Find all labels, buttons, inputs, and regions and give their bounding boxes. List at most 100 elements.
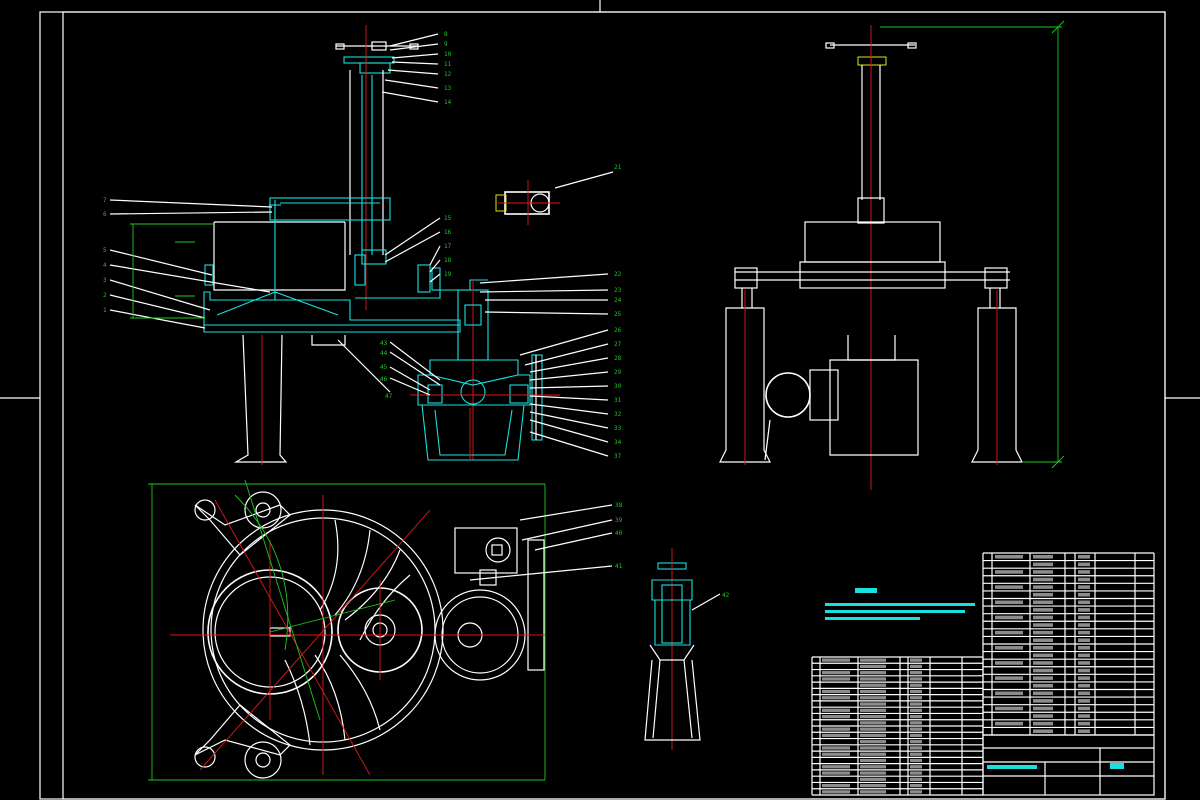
balloon-5: 5 [103, 247, 107, 254]
table-cell-text [1078, 706, 1090, 711]
table-cell-text [822, 714, 850, 719]
balloon-28: 28 [614, 355, 622, 362]
balloon-16: 16 [444, 229, 452, 236]
table-cell-text [1078, 623, 1090, 627]
table-cell-text [1033, 706, 1053, 711]
balloon-38: 38 [615, 502, 623, 509]
balloon-7: 7 [103, 197, 107, 204]
table-cell-text [1033, 600, 1053, 605]
balloon-9: 9 [444, 41, 448, 48]
table-cell-text [995, 600, 1023, 605]
table-cell-text [910, 696, 922, 700]
table-cell-text [860, 721, 886, 725]
table-cell-text [822, 677, 850, 681]
table-cell-text [1033, 646, 1053, 650]
table-cell-text [1033, 676, 1053, 680]
table-cell-text [860, 727, 886, 731]
table-cell-text [822, 671, 850, 675]
table-cell-text [910, 727, 922, 731]
balloon-43: 43 [380, 340, 388, 347]
balloon-42: 42 [722, 592, 730, 599]
table-cell-text [860, 740, 886, 744]
table-cell-text [860, 671, 886, 675]
table-cell-text [1078, 577, 1090, 582]
table-cell-text [1078, 600, 1090, 605]
table-cell-text [822, 771, 850, 775]
balloon-11: 11 [444, 61, 452, 68]
balloon-39: 39 [615, 517, 623, 524]
table-cell-text [860, 777, 886, 781]
table-cell-text [822, 727, 850, 731]
table-cell-text [1033, 577, 1053, 582]
table-cell-text [1078, 661, 1090, 665]
table-cell-text [1078, 615, 1090, 620]
table-cell-text [822, 658, 850, 662]
table-cell-text [995, 570, 1023, 574]
balloon-14: 14 [444, 99, 452, 106]
table-cell-text [910, 714, 922, 719]
table-cell-text [860, 790, 886, 794]
balloon-4: 4 [103, 262, 107, 269]
table-cell-text [995, 615, 1023, 620]
table-cell-text [822, 696, 850, 700]
table-cell-text [1078, 729, 1090, 733]
balloon-15: 15 [444, 215, 452, 222]
table-cell-text [1078, 608, 1090, 612]
balloon-22: 22 [614, 271, 622, 278]
table-cell-text [822, 783, 850, 788]
table-cell-text [822, 689, 850, 694]
table-cell-text [910, 771, 922, 775]
balloon-33: 33 [614, 425, 622, 432]
balloon-1: 1 [103, 307, 107, 314]
table-cell-text [860, 664, 886, 669]
table-cell-text [822, 765, 850, 769]
cad-drawing: 8 9 10 11 12 13 14 15 16 17 18 19 21 22 … [0, 0, 1200, 800]
table-cell-text [1033, 699, 1053, 703]
table-cell-text [860, 771, 886, 775]
table-cell-text [1078, 691, 1090, 696]
table-cell-text [1078, 653, 1090, 658]
balloon-31: 31 [614, 397, 622, 404]
table-cell-text [1078, 721, 1090, 726]
balloon-17: 17 [444, 243, 452, 250]
table-cell-text [910, 658, 922, 662]
table-cell-text [995, 585, 1023, 589]
table-cell-text [910, 721, 922, 725]
table-cell-text [1033, 562, 1053, 567]
table-cell-text [995, 555, 1023, 559]
table-cell-text [910, 765, 922, 769]
table-cell-text [860, 696, 886, 700]
balloon-26: 26 [614, 327, 622, 334]
table-cell-text [1033, 585, 1053, 589]
table-cell-text [1033, 570, 1053, 574]
table-cell-text [1033, 721, 1053, 726]
table-cell-text [1078, 555, 1090, 559]
balloon-10: 10 [444, 51, 452, 58]
table-cell-text [860, 758, 886, 763]
table-cell-text [995, 706, 1023, 711]
table-cell-text [1033, 714, 1053, 718]
balloon-34: 34 [614, 439, 622, 446]
table-cell-text [910, 733, 922, 738]
table-cell-text [860, 783, 886, 788]
table-cell-text [1078, 592, 1090, 597]
balloon-2: 2 [103, 292, 107, 299]
balloon-27: 27 [614, 341, 622, 348]
table-cell-text [1033, 555, 1053, 559]
table-cell-text [1078, 570, 1090, 574]
table-cell-text [995, 630, 1023, 635]
table-cell-text [822, 752, 850, 756]
table-cell-text [1033, 630, 1053, 635]
table-cell-text [910, 664, 922, 669]
table-cell-text [1078, 668, 1090, 673]
table-cell-text [860, 752, 886, 756]
table-cell-text [1033, 668, 1053, 673]
table-cell-text [822, 746, 850, 750]
table-cell-text [860, 677, 886, 681]
table-cell-text [910, 740, 922, 744]
table-cell-text [860, 765, 886, 769]
table-cell-text [910, 783, 922, 788]
table-cell-text [995, 721, 1023, 726]
table-cell-text [860, 658, 886, 662]
table-cell-text [910, 689, 922, 694]
